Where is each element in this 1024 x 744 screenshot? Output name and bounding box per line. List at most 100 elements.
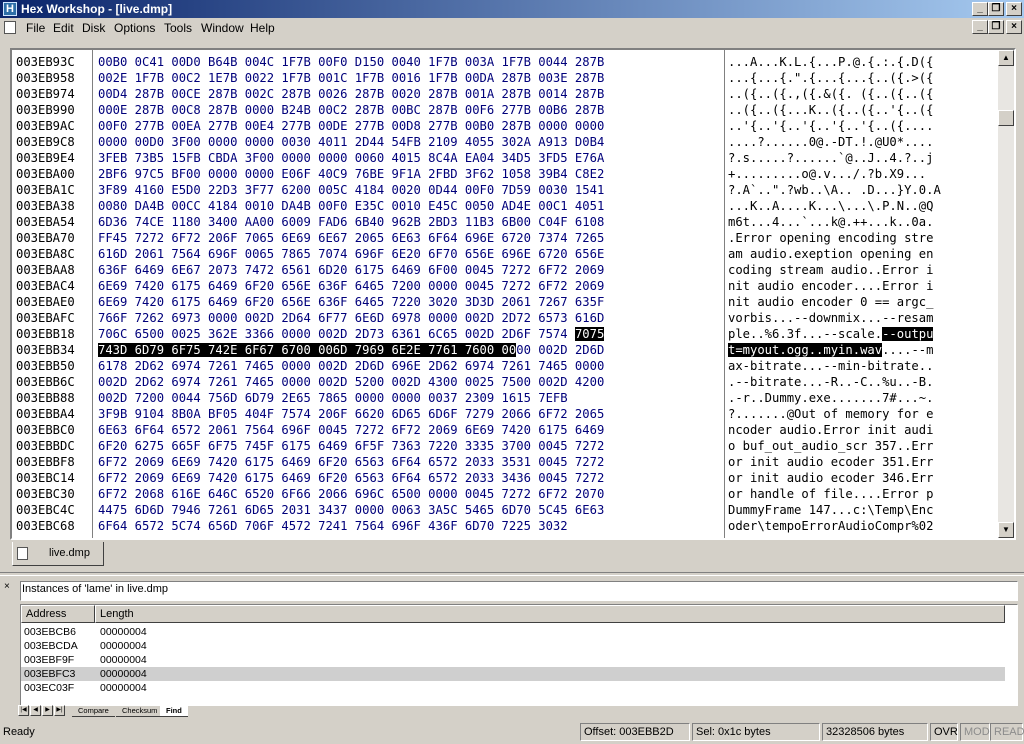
scroll-down-icon[interactable]: ▼ xyxy=(998,522,1014,538)
tab-find[interactable]: Find xyxy=(160,705,188,717)
menu-edit[interactable]: Edit xyxy=(53,21,74,35)
list-item[interactable]: 003EC03F 00000004 xyxy=(21,681,1005,695)
menu-file[interactable]: File xyxy=(26,21,45,35)
hex-row-bytes[interactable]: 6E69 7420 6175 6469 6F20 656E 636F 6465 … xyxy=(98,294,604,310)
hex-row-bytes[interactable]: 6F64 6572 5C74 656D 706F 4572 7241 7564 … xyxy=(98,518,604,534)
prev-tab-icon[interactable]: ◀ xyxy=(30,705,41,716)
selection-highlight[interactable]: 7075 xyxy=(574,327,605,341)
hex-row-bytes[interactable]: 616D 2061 7564 696F 0065 7865 7074 696F … xyxy=(98,246,604,262)
menu-window[interactable]: Window xyxy=(201,21,244,35)
ascii-row-text[interactable]: vorbis...--downmix...--resam xyxy=(728,310,941,326)
hex-row-bytes[interactable]: 00D4 287B 00CE 287B 002C 287B 0026 287B … xyxy=(98,86,604,102)
ascii-row-text[interactable]: or init audio ecoder 346.Err xyxy=(728,470,941,486)
ascii-row-text[interactable]: ....?......0@.-DT.!.@U0*.... xyxy=(728,134,941,150)
hex-row-bytes[interactable]: 002D 7200 0044 756D 6D79 2E65 7865 0000 … xyxy=(98,390,604,406)
ascii-row-text[interactable]: t=myout.ogg..myin.wav....--m xyxy=(728,342,941,358)
tab-compare[interactable]: Compare xyxy=(72,705,115,717)
ascii-row-text[interactable]: .--bitrate...-R..-C..%u..-B. xyxy=(728,374,941,390)
ascii-row-text[interactable]: ?.......@Out of memory for e xyxy=(728,406,941,422)
hex-editor-pane[interactable]: 003EB93C 003EB958 003EB974 003EB990 003EB9AC… xyxy=(10,48,1016,540)
ascii-row-text[interactable]: .-r..Dummy.exe.......7#...~. xyxy=(728,390,941,406)
column-header-address[interactable]: Address xyxy=(21,605,95,623)
hex-row-bytes[interactable]: 00B0 0C41 00D0 B64B 004C 1F7B 00F0 D150 … xyxy=(98,54,604,70)
ascii-row-text[interactable]: ...A...K.L.{...P.@.{.:.{.D({ xyxy=(728,54,941,70)
hex-row-bytes[interactable]: 766F 7262 6973 0000 002D 2D64 6F77 6E6D … xyxy=(98,310,604,326)
scroll-thumb[interactable] xyxy=(998,110,1014,126)
hex-row-bytes[interactable]: 6F72 2069 6E69 7420 6175 6469 6F20 6563 … xyxy=(98,454,604,470)
panel-close-icon[interactable]: × xyxy=(4,581,16,593)
close-button[interactable]: × xyxy=(1006,2,1022,16)
ascii-row-text[interactable]: ple..%6.3f...--scale.--outpu xyxy=(728,326,941,342)
ascii-row-text[interactable]: nit audio encoder....Error i xyxy=(728,278,941,294)
hex-row-bytes[interactable]: 3FEB 73B5 15FB CBDA 3F00 0000 0000 0060 … xyxy=(98,150,604,166)
hex-row-bytes[interactable]: 706C 6500 0025 362E 3366 0000 002D 2D73 … xyxy=(98,326,605,342)
last-tab-icon[interactable]: ▶| xyxy=(54,705,65,716)
menu-options[interactable]: Options xyxy=(114,21,155,35)
hex-row-bytes[interactable]: 6D36 74CE 1180 3400 AA00 6009 FAD6 6B40 … xyxy=(98,214,604,230)
menu-tools[interactable]: Tools xyxy=(164,21,192,35)
ascii-row-text[interactable]: nit audio encoder 0 == argc_ xyxy=(728,294,941,310)
ascii-row-text[interactable]: +.........o@.v.../.?b.X9... xyxy=(728,166,941,182)
ascii-row-text[interactable]: am audio.exeption opening en xyxy=(728,246,941,262)
hex-row-bytes[interactable]: 743D 6D79 6F75 742E 6F67 6700 006D 7969 … xyxy=(98,342,604,358)
tab-checksum[interactable]: Checksum xyxy=(116,705,164,717)
ascii-row-text[interactable]: o buf_out_audio_scr 357..Err xyxy=(728,438,941,454)
list-item[interactable]: 003EBCDA 00000004 xyxy=(21,639,1005,653)
ascii-row-text[interactable]: ncoder audio.Error init audi xyxy=(728,422,941,438)
minimize-button[interactable]: _ xyxy=(972,2,988,16)
ascii-row-text[interactable]: or handle of file....Error p xyxy=(728,486,941,502)
hex-row-bytes[interactable]: 0080 DA4B 00CC 4184 0010 DA4B 00F0 E35C … xyxy=(98,198,604,214)
hex-row-bytes[interactable]: 000E 287B 00C8 287B 0000 B24B 00C2 287B … xyxy=(98,102,604,118)
next-tab-icon[interactable]: ▶ xyxy=(42,705,53,716)
ascii-row-text[interactable]: ...{...{.".{...{...{..({.>({ xyxy=(728,70,941,86)
menu-help[interactable]: Help xyxy=(250,21,275,35)
pane-splitter[interactable] xyxy=(0,572,1024,576)
restore-button[interactable]: ❐ xyxy=(988,2,1004,16)
hex-row-bytes[interactable]: 6178 2D62 6974 7261 7465 0000 002D 2D6D … xyxy=(98,358,604,374)
scroll-up-icon[interactable]: ▲ xyxy=(998,50,1014,66)
hex-row-bytes[interactable]: 3F9B 9104 8B0A BF05 404F 7574 206F 6620 … xyxy=(98,406,604,422)
doc-close-button[interactable]: × xyxy=(1006,20,1022,34)
ascii-row-text[interactable]: .Error opening encoding stre xyxy=(728,230,941,246)
hex-row-bytes[interactable]: 4475 6D6D 7946 7261 6D65 2031 3437 0000 … xyxy=(98,502,604,518)
hex-row-bytes[interactable]: 2BF6 97C5 BF00 0000 0000 E06F 40C9 76BE … xyxy=(98,166,604,182)
ascii-row-text[interactable]: m6t...4...`...k@.++...k..0a. xyxy=(728,214,941,230)
first-tab-icon[interactable]: |◀ xyxy=(18,705,29,716)
list-item[interactable]: 003EBF9F 00000004 xyxy=(21,653,1005,667)
ascii-row-text[interactable]: ..({..({...K..({..({..'{..({ xyxy=(728,102,941,118)
hex-row-bytes[interactable]: 002E 1F7B 00C2 1E7B 0022 1F7B 001C 1F7B … xyxy=(98,70,604,86)
vertical-scrollbar[interactable]: ▲ ▼ xyxy=(998,50,1014,538)
selection-highlight[interactable]: 743D 6D79 6F75 742E 6F67 6700 006D 7969 … xyxy=(98,343,517,357)
hex-row-bytes[interactable]: 00F0 277B 00EA 277B 00E4 277B 00DE 277B … xyxy=(98,118,604,134)
hex-row-bytes[interactable]: 6F20 6275 665F 6F75 745F 6175 6469 6F5F … xyxy=(98,438,604,454)
hex-row-bytes[interactable]: 3F89 4160 E5D0 22D3 3F77 6200 005C 4184 … xyxy=(98,182,604,198)
ascii-column[interactable]: ...A...K.L.{...P.@.{.:.{.D({...{...{.".{… xyxy=(728,54,941,534)
hex-row-bytes[interactable]: FF45 7272 6F72 206F 7065 6E69 6E67 2065 … xyxy=(98,230,604,246)
ascii-row-text[interactable]: or init audio ecoder 351.Err xyxy=(728,454,941,470)
ascii-row-text[interactable]: ...K..A....K...\...\.P.N..@Q xyxy=(728,198,941,214)
ascii-row-text[interactable]: coding stream audio..Error i xyxy=(728,262,941,278)
ascii-row-text[interactable]: ?.A`..".?wb..\A.. .D...}Y.0.A xyxy=(728,182,941,198)
doc-minimize-button[interactable]: _ xyxy=(972,20,988,34)
selection-highlight[interactable]: --outpu xyxy=(882,327,934,341)
hex-row-bytes[interactable]: 6E63 6F64 6572 2061 7564 696F 0045 7272 … xyxy=(98,422,604,438)
selection-highlight[interactable]: t=myout.ogg..myin.wav xyxy=(728,343,883,357)
ascii-row-text[interactable]: oder\tempoErrorAudioCompr%02 xyxy=(728,518,941,534)
hex-row-bytes[interactable]: 6F72 2068 616E 646C 6520 6F66 2066 696C … xyxy=(98,486,604,502)
ascii-row-text[interactable]: ax-bitrate...--min-bitrate.. xyxy=(728,358,941,374)
menu-disk[interactable]: Disk xyxy=(82,21,105,35)
doc-restore-button[interactable]: ❐ xyxy=(988,20,1004,34)
ascii-row-text[interactable]: ?.s.....?......`@..J..4.?..j xyxy=(728,150,941,166)
list-item[interactable]: 003EBFC3 00000004 xyxy=(21,667,1005,681)
column-header-length[interactable]: Length xyxy=(95,605,1005,623)
hex-row-bytes[interactable]: 6F72 2069 6E69 7420 6175 6469 6F20 6563 … xyxy=(98,470,604,486)
ascii-row-text[interactable]: ..({..({.,({.&({. ({..({..({ xyxy=(728,86,941,102)
tab-live-dmp[interactable]: live.dmp xyxy=(12,542,104,566)
hex-column[interactable]: 00B0 0C41 00D0 B64B 004C 1F7B 00F0 D150 … xyxy=(98,54,604,534)
hex-row-bytes[interactable]: 636F 6469 6E67 2073 7472 6561 6D20 6175 … xyxy=(98,262,604,278)
hex-row-bytes[interactable]: 6E69 7420 6175 6469 6F20 656E 636F 6465 … xyxy=(98,278,604,294)
ascii-row-text[interactable]: DummyFrame 147...c:\Temp\Enc xyxy=(728,502,941,518)
document-icon[interactable] xyxy=(4,21,16,34)
find-results-list[interactable]: Address Length 003EBCB6 00000004 003EBCDA 0… xyxy=(20,604,1018,706)
ascii-row-text[interactable]: ..'{..'{..'{..'{..'{..({.... xyxy=(728,118,941,134)
